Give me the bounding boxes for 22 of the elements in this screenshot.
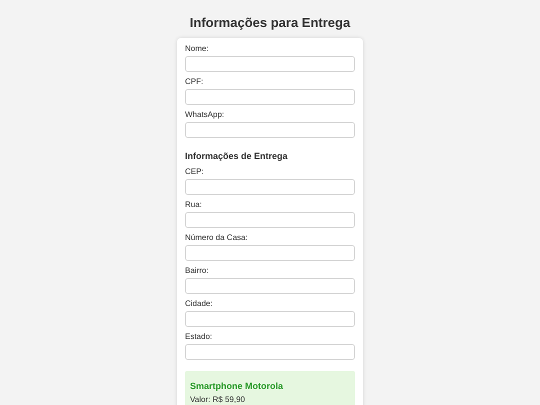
input-field[interactable] xyxy=(185,212,355,228)
input-field[interactable] xyxy=(185,344,355,360)
field-label: Estado: xyxy=(185,332,214,342)
input-field[interactable] xyxy=(185,311,355,327)
field-label: Número da Casa: xyxy=(185,233,249,243)
product-name: Smartphone Motorola xyxy=(190,380,284,392)
input-field[interactable] xyxy=(185,245,355,261)
field-label: Cidade: xyxy=(185,299,214,309)
page-title: Informações para Entrega xyxy=(190,15,350,31)
input-field[interactable] xyxy=(185,56,355,72)
field-label: Rua: xyxy=(185,200,203,210)
input-field[interactable] xyxy=(185,122,355,138)
field-label: CEP: xyxy=(185,167,205,177)
input-field[interactable] xyxy=(185,278,355,294)
field-label: Nome: xyxy=(185,44,210,54)
input-field[interactable] xyxy=(185,179,355,195)
field-label: WhatsApp: xyxy=(185,110,226,120)
field-label: Bairro: xyxy=(185,266,210,276)
section-heading: Informações de Entrega xyxy=(185,150,289,162)
field-label: CPF: xyxy=(185,77,204,87)
product-price: Valor: R$ 59,90 xyxy=(190,395,246,405)
input-field[interactable] xyxy=(185,89,355,105)
